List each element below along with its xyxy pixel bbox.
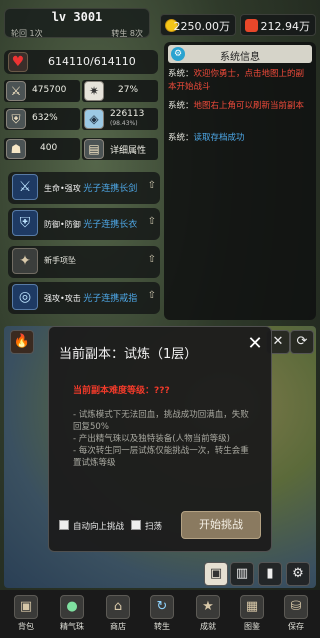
bookmark-icon[interactable]: ▮ <box>258 562 282 586</box>
amulet-icon: ✦ <box>12 248 38 274</box>
stat-power-value: 226113 <box>110 109 145 119</box>
system-message: 系统：欢迎你勇士，点击地图上的副本开始战斗 <box>168 69 305 92</box>
start-challenge-button[interactable]: 开始挑战 <box>181 511 261 539</box>
details-button[interactable]: ▤ 详细属性 <box>82 138 158 160</box>
equipment-slot-ring[interactable]: ◎ 强攻•攻击 光子连携戒指 ⇧ <box>8 282 160 314</box>
desc-line: - 试炼模式下无法回血，挑战成功回满血，失败 <box>73 410 249 420</box>
stat-crit[interactable]: ✷ 27% <box>82 80 158 102</box>
system-info-panel: ⚙ 系统信息 系统：欢迎你勇士，点击地图上的副本开始战斗 系统：地图右上角可以刷… <box>164 42 316 320</box>
gem-display: 212.94万 <box>240 14 316 36</box>
save-icon: ⛁ <box>284 595 308 619</box>
hp-value: 614110/614110 <box>48 55 136 68</box>
sword-icon: ⚔ <box>12 174 38 200</box>
dungeon-modal: 当前副本：试炼（1层） ✕ 当前副本难度等级：??? - 试炼模式下无法回血，挑… <box>48 326 272 552</box>
stat-power[interactable]: ◈ 226113 (98.43%) <box>82 108 158 130</box>
nav-achievement[interactable]: ★ 成就 <box>192 595 224 635</box>
armor-icon: ⛨ <box>6 109 26 129</box>
reincarnation-count: 轮回 1次 <box>11 29 43 38</box>
equip-type: 生命•强攻 <box>44 184 81 193</box>
equip-name: 光子连携戒指 <box>83 294 138 304</box>
gold-display: 2250.00万 <box>160 14 236 36</box>
sword-icon: ⚔ <box>6 81 26 101</box>
bag-icon: ▣ <box>14 595 38 619</box>
auto-challenge-label: 自动向上挑战 <box>73 522 125 532</box>
stat-defense[interactable]: ⛨ 632% <box>4 108 80 130</box>
stat-misc-value: 400 <box>40 143 58 153</box>
equipment-slot-weapon[interactable]: ⚔ 生命•强攻 光子连携长剑 ⇧ <box>8 172 160 204</box>
nav-codex[interactable]: ▦ 图鉴 <box>236 595 268 635</box>
desc-line: 置试炼等级 <box>73 458 116 468</box>
shield-icon: ◈ <box>84 109 104 129</box>
system-message: 系统：地图右上角可以刷新当前副本 <box>168 101 305 111</box>
nav-orb[interactable]: ● 精气珠 <box>56 595 88 635</box>
equipment-slot-armor[interactable]: ⛨ 防御•防御 光子连携长衣 ⇧ <box>8 208 160 240</box>
refresh-icon[interactable]: ⟳ <box>290 330 314 354</box>
desc-line: 回复50% <box>73 422 109 432</box>
equip-type: 新手项坠 <box>44 256 76 265</box>
upgrade-arrow-icon[interactable]: ⇧ <box>148 290 156 301</box>
flame-gem-icon <box>245 19 258 32</box>
heart-icon: ♥ <box>8 52 28 72</box>
ring-icon: ◎ <box>12 284 38 310</box>
hp-panel: ♥ 614110/614110 <box>4 50 158 74</box>
checkbox-box[interactable] <box>59 520 69 530</box>
equip-name: 光子连携长剑 <box>83 184 138 194</box>
upgrade-arrow-icon[interactable]: ⇧ <box>148 254 156 265</box>
gold-amount: 2250.00万 <box>173 20 231 33</box>
upgrade-arrow-icon[interactable]: ⇧ <box>148 216 156 227</box>
rebirth-icon: ↻ <box>150 595 174 619</box>
player-level: lv 3001 <box>51 10 103 24</box>
achievement-icon: ★ <box>196 595 220 619</box>
flame-icon[interactable]: 🔥 <box>10 330 34 354</box>
details-label: 详细属性 <box>110 146 147 156</box>
stat-power-sub: (98.43%) <box>110 120 138 127</box>
equip-type: 防御•防御 <box>44 220 81 229</box>
chart-icon[interactable]: ▥ <box>230 562 254 586</box>
bottom-nav: ▣ 背包 ● 精气珠 ⌂ 商店 ↻ 转生 ★ 成就 ▦ 图鉴 ⛁ 保存 <box>0 590 320 638</box>
difficulty-text: 当前副本难度等级：??? <box>73 386 170 396</box>
helmet-icon: ☗ <box>6 139 26 159</box>
image-icon[interactable]: ▣ <box>204 562 228 586</box>
modal-title: 当前副本：试炼（1层） <box>59 347 198 362</box>
stat-misc[interactable]: ☗ 400 <box>4 138 80 160</box>
nav-rebirth[interactable]: ↻ 转生 <box>146 595 178 635</box>
stat-defense-value: 632% <box>32 113 58 123</box>
equip-name: 光子连携长衣 <box>83 220 138 230</box>
upgrade-arrow-icon[interactable]: ⇧ <box>148 180 156 191</box>
modal-description: - 试炼模式下无法回血，挑战成功回满血，失败 回复50% - 产出精气珠以及独特… <box>73 409 269 469</box>
system-message: 系统：读取存档成功 <box>168 133 245 143</box>
nav-save[interactable]: ⛁ 保存 <box>280 595 312 635</box>
armor-icon: ⛨ <box>12 210 38 236</box>
codex-icon: ▦ <box>240 595 264 619</box>
nav-shop[interactable]: ⌂ 商店 <box>102 595 134 635</box>
book-icon: ▤ <box>84 139 104 159</box>
checkbox-box[interactable] <box>131 520 141 530</box>
equip-type: 强攻•攻击 <box>44 294 81 303</box>
system-info-title: 系统信息 <box>220 52 260 63</box>
shop-icon: ⌂ <box>106 595 130 619</box>
sweep-label: 扫荡 <box>145 522 163 532</box>
stat-attack[interactable]: ⚔ 475700 <box>4 80 80 102</box>
gem-amount: 212.94万 <box>260 20 311 33</box>
stat-crit-value: 27% <box>118 85 139 95</box>
system-info-header: ⚙ 系统信息 <box>168 45 312 63</box>
close-icon[interactable]: ✕ <box>245 335 265 355</box>
level-panel: lv 3001 轮回 1次 转生 8次 <box>4 8 150 38</box>
nav-bag[interactable]: ▣ 背包 <box>10 595 42 635</box>
equipment-slot-amulet[interactable]: ✦ 新手项坠 ⇧ <box>8 246 160 278</box>
orb-icon: ● <box>60 595 84 619</box>
desc-line: - 每次转生同一层试炼仅能挑战一次，转生会重 <box>73 446 249 456</box>
rebirth-count: 转生 8次 <box>111 29 143 38</box>
crit-icon: ✷ <box>84 81 104 101</box>
desc-line: - 产出精气珠以及独特装备(人物当前等级) <box>73 434 230 444</box>
settings-gear-icon[interactable]: ⚙ <box>286 562 310 586</box>
stat-attack-value: 475700 <box>32 85 67 95</box>
